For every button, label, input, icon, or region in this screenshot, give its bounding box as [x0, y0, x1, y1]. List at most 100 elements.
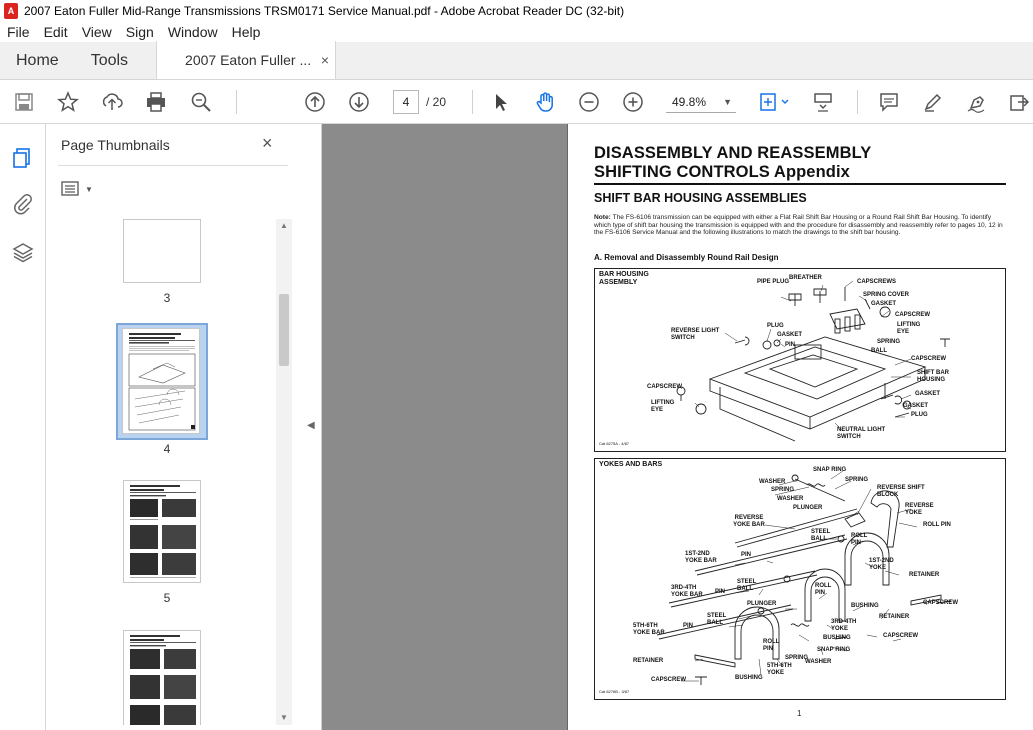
callout: WASHER: [759, 479, 786, 485]
callout: ROLL PIN: [851, 533, 868, 546]
close-panel-icon[interactable]: ×: [262, 133, 273, 154]
heading-line-1: DISASSEMBLY AND REASSEMBLY: [594, 144, 872, 162]
toolbar-separator: [236, 90, 237, 114]
callout: REVERSE YOKE: [905, 503, 934, 516]
page-number-input[interactable]: [393, 90, 419, 114]
thumbnail-label: 3: [163, 291, 171, 305]
layers-icon[interactable]: [11, 240, 35, 264]
zoom-out-icon[interactable]: [577, 90, 601, 114]
callout: 3RD-4TH YOKE: [831, 619, 857, 632]
star-icon[interactable]: [56, 90, 80, 114]
share-icon[interactable]: [1007, 90, 1031, 114]
menu-window[interactable]: Window: [161, 24, 225, 40]
callout: STEEL BALL: [737, 579, 757, 592]
title-bar: A 2007 Eaton Fuller Mid-Range Transmissi…: [0, 0, 1033, 22]
hand-icon[interactable]: [533, 90, 557, 114]
callout: SNAP RING: [813, 467, 847, 473]
page-total-label: / 20: [426, 95, 447, 109]
arrow-down-icon[interactable]: [347, 90, 371, 114]
zoom-select[interactable]: 49.8% ▼: [666, 91, 736, 113]
comment-icon[interactable]: [877, 90, 901, 114]
window-title: 2007 Eaton Fuller Mid-Range Transmission…: [24, 4, 625, 18]
menu-help[interactable]: Help: [225, 24, 268, 40]
scrollbar-thumb[interactable]: [279, 294, 289, 366]
callout: BUSHING: [823, 635, 851, 641]
heading-line-2: SHIFTING CONTROLS Appendix: [594, 163, 850, 181]
section-title: SHIFT BAR HOUSING ASSEMBLIES: [594, 191, 807, 205]
callout: CAPSCREWS: [857, 279, 897, 285]
callout: LIFTING EYE: [897, 322, 921, 335]
callout: PLUG: [767, 323, 784, 329]
callout: ROLL PIN: [763, 639, 780, 652]
highlight-icon[interactable]: [921, 90, 945, 114]
arrow-up-icon[interactable]: [303, 90, 327, 114]
callout: SHIFT BAR HOUSING: [917, 370, 949, 383]
note-text: The FS-6106 transmission can be equipped…: [594, 214, 1003, 237]
scroll-down-icon[interactable]: ▼: [280, 713, 288, 722]
thumbnail-label: 4: [163, 442, 171, 456]
callout: PIN: [741, 552, 752, 558]
tab-bar: Home Tools 2007 Eaton Fuller ... ×: [0, 41, 1033, 80]
sign-icon[interactable]: [965, 90, 989, 114]
figure-bar-housing: BAR HOUSING ASSEMBLY PIPE PLUG BREATHER …: [594, 268, 1006, 452]
print-icon[interactable]: [144, 90, 168, 114]
callout: CAPSCREW: [923, 600, 959, 606]
tab-document[interactable]: 2007 Eaton Fuller ... ×: [156, 41, 337, 79]
thumbnail-label: 5: [163, 591, 171, 605]
thumbnail-options-button[interactable]: ▼: [61, 179, 97, 199]
callout: BREATHER: [789, 275, 822, 281]
menu-file[interactable]: File: [0, 24, 37, 40]
zoom-value: 49.8%: [672, 95, 707, 109]
menu-sign[interactable]: Sign: [119, 24, 161, 40]
callout: GASKET: [871, 301, 897, 307]
thumbnail-page-6[interactable]: [123, 630, 201, 725]
page-number: 1: [797, 709, 802, 718]
page-thumbnails-icon[interactable]: [11, 146, 35, 170]
callout: ROLL PIN: [923, 522, 951, 528]
callout: 1ST-2ND YOKE BAR: [685, 551, 717, 564]
collapse-panel-icon[interactable]: ◀: [307, 420, 315, 431]
callout: RETAINER: [879, 614, 910, 620]
callout: BUSHING: [735, 675, 763, 681]
menu-bar: File Edit View Sign Window Help: [0, 22, 1033, 42]
search-zoom-icon[interactable]: [189, 90, 213, 114]
figure-caption: Cat 6275A - 4/87: [599, 441, 630, 446]
zoom-in-icon[interactable]: [621, 90, 645, 114]
panel-splitter[interactable]: ◀: [300, 124, 322, 730]
chevron-down-icon: ▼: [723, 97, 732, 107]
callout: PLUNGER: [793, 505, 823, 511]
close-tab-icon[interactable]: ×: [321, 41, 329, 79]
callout: GASKET: [777, 332, 803, 338]
thumbnail-page-5[interactable]: [123, 480, 201, 583]
callout: BALL: [871, 348, 887, 354]
toolbar: [0, 80, 1033, 124]
thumbnail-scrollbar[interactable]: ▲ ▼: [276, 219, 292, 725]
save-icon[interactable]: [12, 90, 36, 114]
callout: 5TH-6TH YOKE: [767, 663, 792, 676]
note-paragraph: Note: The FS-6106 transmission can be eq…: [594, 214, 1008, 237]
tab-tools[interactable]: Tools: [75, 42, 144, 79]
callout: GASKET: [915, 391, 941, 397]
callout: STEEL BALL: [707, 613, 727, 626]
figure-label: YOKES AND BARS: [599, 461, 663, 468]
thumbnail-page-3[interactable]: [123, 219, 201, 283]
scroll-up-icon[interactable]: ▲: [280, 221, 288, 230]
attachments-icon[interactable]: [11, 192, 35, 216]
upload-icon[interactable]: [100, 90, 124, 114]
toolbar-separator: [857, 90, 858, 114]
callout: NEUTRAL LIGHT SWITCH: [837, 427, 886, 440]
figure-yokes-and-bars: YOKES AND BARS SNAP RING WASHER SPRING S…: [594, 458, 1006, 700]
menu-view[interactable]: View: [75, 24, 119, 40]
tab-home[interactable]: Home: [0, 42, 75, 79]
callout: LIFTING EYE: [651, 400, 675, 413]
callout: WASHER: [777, 496, 804, 502]
figure-caption: Cat 6276B - 3/87: [599, 689, 630, 694]
thumbnail-page-4[interactable]: [122, 328, 200, 434]
callout: CAPSCREW: [651, 677, 687, 683]
menu-edit[interactable]: Edit: [37, 24, 75, 40]
scroll-mode-icon[interactable]: [811, 90, 835, 114]
pointer-icon[interactable]: [489, 90, 513, 114]
callout: 5TH-6TH YOKE BAR: [633, 623, 665, 636]
callout: REVERSE YOKE BAR: [733, 515, 765, 528]
fit-page-icon[interactable]: [757, 90, 791, 114]
